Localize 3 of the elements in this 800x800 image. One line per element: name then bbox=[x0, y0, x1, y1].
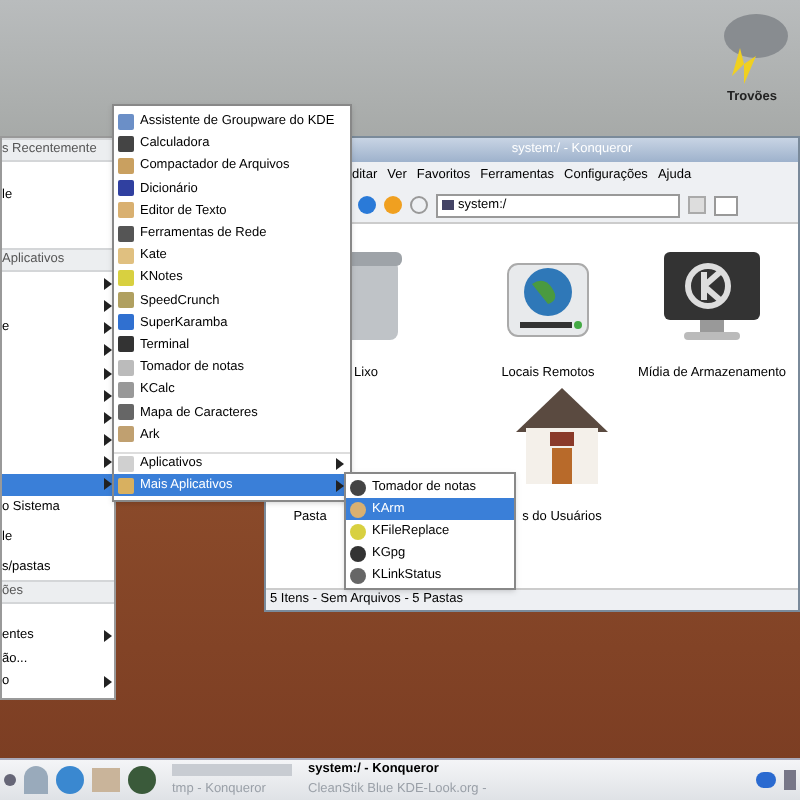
monitor-k-icon bbox=[660, 248, 764, 345]
menu-row[interactable] bbox=[2, 473, 114, 497]
computer-icon bbox=[442, 200, 454, 210]
